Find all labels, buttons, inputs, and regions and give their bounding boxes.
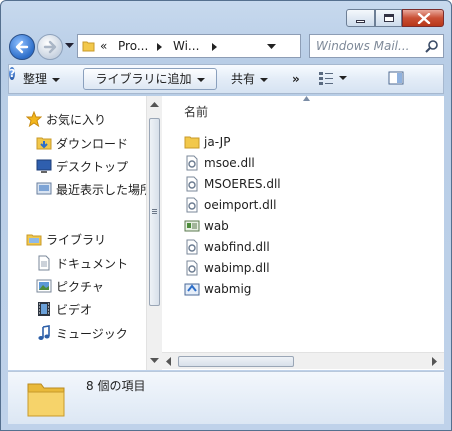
add-to-library-menu[interactable]: ライブラリに追加: [83, 68, 217, 90]
search-box[interactable]: Windows Mail...: [309, 34, 444, 58]
breadcrumb-overflow[interactable]: «: [100, 39, 107, 53]
scroll-down-arrow-icon[interactable]: [150, 358, 159, 364]
file-name: ja-JP: [204, 135, 231, 149]
organize-label: 整理: [23, 72, 48, 86]
file-list-pane: 名前 ja-JP msoe.dll MSOERES.dll oeimport.d…: [162, 96, 444, 370]
sidebar-item-pictures[interactable]: ピクチャ: [8, 275, 158, 297]
dll-file-icon: [186, 176, 198, 192]
preview-pane-icon: [388, 71, 404, 85]
sidebar-item-label: ドキュメント: [56, 257, 129, 271]
sidebar-libraries-label: ライブラリ: [46, 233, 107, 247]
sidebar-item-label: ミュージック: [56, 327, 128, 341]
details-pane: 8 個の項目: [8, 371, 444, 424]
minimize-icon: [356, 20, 365, 23]
chevron-down-icon: [260, 77, 269, 82]
address-bar[interactable]: « Pro... Wi...: [77, 34, 377, 58]
file-list-scrollbar[interactable]: [162, 352, 444, 369]
command-toolbar: 整理 ライブラリに追加 共有 » ?: [8, 64, 444, 94]
scroll-up-arrow-icon[interactable]: [150, 102, 159, 108]
dll-file-icon: [186, 155, 198, 171]
file-name: wabfind.dll: [204, 240, 270, 254]
dll-file-icon: [186, 239, 198, 255]
search-placeholder: Windows Mail...: [316, 39, 410, 53]
dll-file-icon: [186, 260, 198, 276]
sidebar-item-label: ピクチャ: [56, 280, 104, 294]
sidebar-item-desktop[interactable]: デスクトップ: [8, 155, 158, 177]
breadcrumb-chevron-icon[interactable]: [212, 43, 217, 51]
preview-pane-button[interactable]: [388, 70, 404, 90]
folder-icon: [82, 41, 95, 52]
back-button[interactable]: [9, 34, 35, 60]
sidebar-item-label: 最近表示した場所: [56, 183, 153, 197]
folder-icon: [27, 383, 65, 417]
application-icon: [184, 220, 200, 232]
close-icon: [417, 13, 431, 24]
chevron-down-icon: [52, 77, 61, 82]
sidebar-item-label: ビデオ: [56, 303, 93, 317]
breadcrumb-item[interactable]: Pro...: [118, 39, 148, 53]
videos-icon: [38, 302, 50, 316]
file-name: wabmig: [204, 282, 252, 296]
minimize-button[interactable]: [346, 9, 375, 27]
chevron-down-icon: [196, 77, 205, 82]
change-view-button[interactable]: [319, 71, 349, 91]
sidebar-item-downloads[interactable]: ダウンロード: [8, 132, 158, 154]
share-label: 共有: [231, 72, 256, 86]
scroll-thumb[interactable]: [149, 118, 160, 306]
sidebar-item-music[interactable]: ミュージック: [8, 322, 158, 344]
navigation-pane: お気に入り ダウンロード デスクトップ 最近表示した場所 ライブラリ ドキュメン…: [8, 96, 163, 370]
pictures-icon: [36, 279, 52, 293]
file-name: oeimport.dll: [204, 198, 277, 212]
address-dropdown-icon[interactable]: [267, 44, 276, 50]
more-commands-button[interactable]: »: [292, 69, 300, 89]
search-icon[interactable]: [425, 39, 439, 53]
breadcrumb-chevron-icon[interactable]: [157, 43, 162, 51]
sidebar-item-label: ダウンロード: [56, 137, 129, 151]
file-name: msoe.dll: [204, 156, 255, 170]
file-name: wab: [204, 219, 229, 233]
application-icon: [184, 283, 200, 296]
sidebar-favorites-label: お気に入り: [46, 113, 107, 127]
back-arrow-icon: [15, 40, 29, 54]
documents-icon: [38, 255, 50, 271]
sidebar-item-label: デスクトップ: [56, 160, 129, 174]
organize-menu[interactable]: 整理: [23, 69, 61, 89]
breadcrumb-item[interactable]: Wi...: [173, 39, 199, 53]
sidebar-item-recent-places[interactable]: 最近表示した場所: [8, 178, 158, 200]
recent-pages-dropdown-icon[interactable]: [65, 43, 74, 49]
maximize-icon: [384, 14, 394, 22]
sidebar-item-videos[interactable]: ビデオ: [8, 298, 158, 320]
add-to-library-label: ライブラリに追加: [95, 72, 192, 86]
item-count: 8 個の項目: [86, 379, 146, 393]
dll-file-icon: [186, 197, 198, 213]
folder-icon: [184, 136, 200, 149]
download-folder-icon: [36, 137, 52, 150]
scroll-right-arrow-icon[interactable]: [432, 357, 438, 366]
sidebar-favorites[interactable]: お気に入り: [8, 108, 158, 130]
maximize-button[interactable]: [375, 9, 402, 27]
sidebar-item-documents[interactable]: ドキュメント: [8, 252, 158, 274]
sort-ascending-icon: [303, 96, 310, 101]
desktop-icon: [36, 159, 52, 173]
library-icon: [26, 234, 42, 246]
forward-button[interactable]: [37, 34, 63, 60]
recent-places-icon: [36, 182, 52, 195]
navigation-pane-scrollbar[interactable]: [146, 96, 162, 370]
forward-arrow-icon: [43, 40, 57, 54]
file-name: MSOERES.dll: [204, 177, 281, 191]
scroll-left-arrow-icon[interactable]: [166, 357, 172, 366]
share-menu[interactable]: 共有: [231, 69, 269, 89]
star-icon: [26, 111, 42, 127]
help-button[interactable]: ?: [9, 67, 16, 80]
view-options-icon: [319, 72, 347, 85]
file-name: wabimp.dll: [204, 261, 270, 275]
scroll-thumb[interactable]: [178, 356, 294, 367]
music-icon: [38, 325, 50, 340]
column-header-name[interactable]: 名前: [184, 103, 208, 120]
sidebar-libraries[interactable]: ライブラリ: [8, 228, 158, 250]
close-button[interactable]: [402, 9, 444, 27]
